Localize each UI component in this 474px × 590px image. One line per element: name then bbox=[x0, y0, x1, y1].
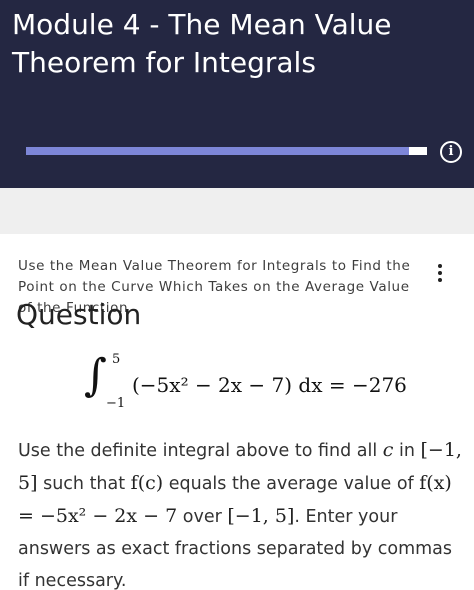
integral-integrand: (−5x² − 2x − 7) dx = −276 bbox=[132, 373, 407, 397]
progress-bar-fill bbox=[26, 147, 409, 155]
body-text-4: equals the average value of bbox=[163, 474, 420, 494]
math-interval-2: [−1, 5] bbox=[227, 505, 295, 527]
module-header: Module 4 - The Mean Value Theorem for In… bbox=[0, 0, 474, 188]
body-text-5: over bbox=[177, 507, 228, 527]
integral-expression: ∫ 5 −1 (−5x² − 2x − 7) dx = −276 bbox=[82, 350, 407, 416]
kebab-menu-icon[interactable] bbox=[436, 264, 444, 286]
info-icon[interactable]: i bbox=[440, 141, 462, 163]
module-title: Module 4 - The Mean Value Theorem for In… bbox=[12, 8, 392, 79]
progress-bar bbox=[26, 147, 427, 155]
question-label: Question bbox=[16, 298, 142, 331]
body-text-1: Use the definite integral above to find … bbox=[18, 441, 383, 461]
header-divider-band bbox=[0, 188, 474, 234]
question-body: Use the definite integral above to find … bbox=[18, 434, 464, 590]
integral-lower-limit: −1 bbox=[106, 396, 126, 411]
body-text-3: such that bbox=[37, 474, 131, 494]
math-f-of-c: f(c) bbox=[130, 472, 164, 494]
math-c: c bbox=[382, 439, 394, 461]
body-text-2: in bbox=[393, 441, 421, 461]
integral-upper-limit: 5 bbox=[112, 352, 121, 367]
integral-sign-icon: ∫ bbox=[84, 350, 107, 401]
